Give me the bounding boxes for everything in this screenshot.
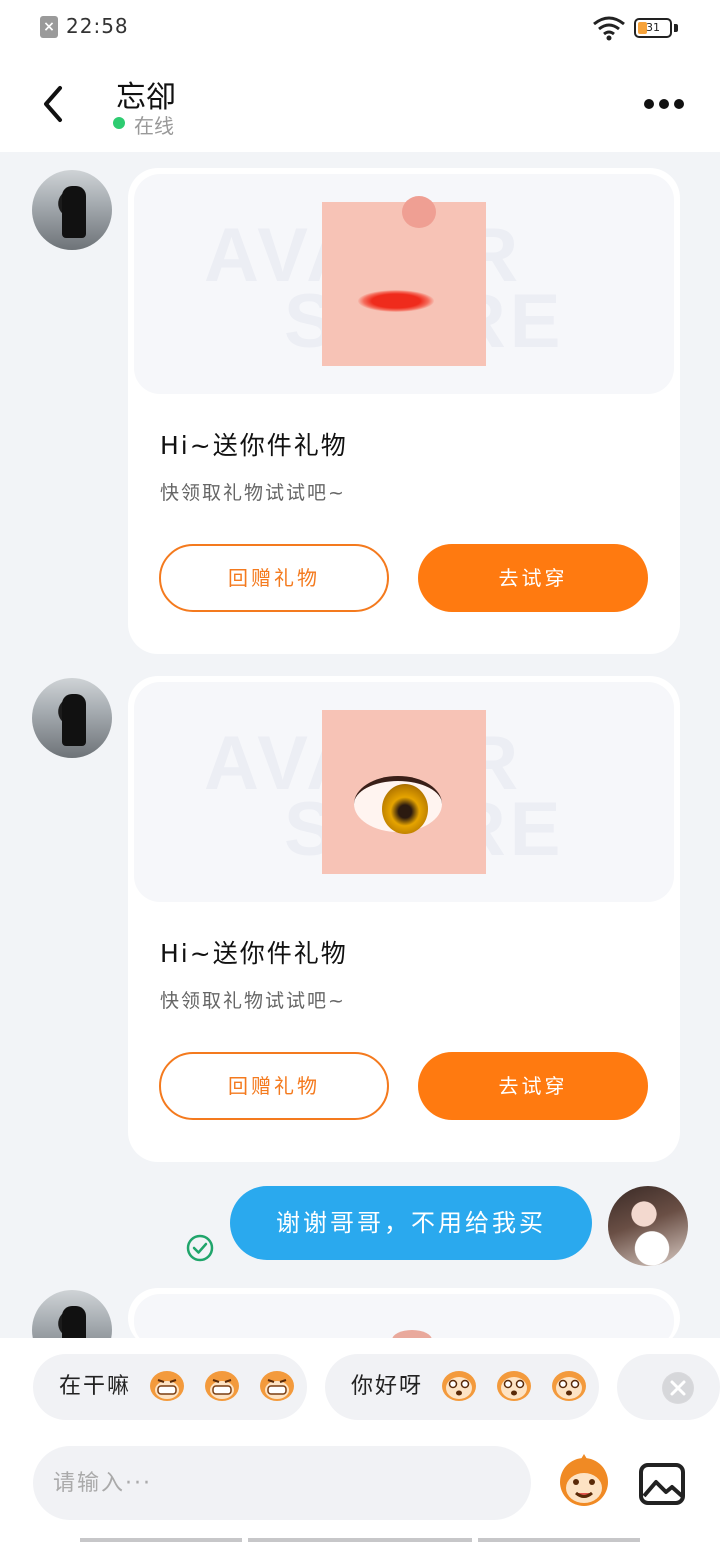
gift-card[interactable]: AVATAR STORE Hi~送你件礼物 快领取礼物试试吧~ 回赠礼物 去试穿 [128, 676, 680, 1162]
nav-indicator [478, 1538, 640, 1542]
check-circle-icon [186, 1234, 214, 1262]
quick-reply-chip[interactable]: 你好呀 [325, 1354, 599, 1420]
gift-title: Hi~送你件礼物 [160, 431, 348, 460]
message-input[interactable] [33, 1446, 531, 1520]
monkey-face-icon[interactable] [554, 1450, 614, 1510]
status-bar: × 22:58 31 [0, 0, 720, 56]
gift-subtitle: 快领取礼物试试吧~ [160, 990, 346, 1012]
grinning-monkey-emoji [205, 1371, 240, 1401]
return-gift-button[interactable]: 回赠礼物 [159, 1052, 389, 1120]
close-badge-icon: × [40, 16, 58, 38]
gift-title: Hi~送你件礼物 [160, 939, 348, 968]
chat-header: 忘卻 在线 [0, 56, 720, 152]
surprised-monkey-emoji [497, 1371, 532, 1401]
battery-tip [674, 24, 678, 32]
wifi-icon [593, 16, 625, 41]
quick-reply-chip[interactable]: 在干嘛 [33, 1354, 307, 1420]
grinning-monkey-emoji [150, 1371, 185, 1401]
online-status-label: 在线 [134, 114, 174, 138]
gift-lips-image [322, 196, 486, 366]
my-avatar[interactable] [608, 1186, 688, 1266]
sent-message-bubble[interactable]: 谢谢哥哥，不用给我买 [230, 1186, 592, 1260]
contact-avatar[interactable] [32, 678, 112, 758]
try-on-button[interactable]: 去试穿 [418, 544, 648, 612]
try-on-button[interactable]: 去试穿 [418, 1052, 648, 1120]
surprised-monkey-emoji [552, 1371, 587, 1401]
nav-indicator [80, 1538, 242, 1542]
back-arrow-icon[interactable] [34, 84, 74, 124]
gift-eye-image [322, 710, 486, 874]
quick-reply-text: 你好呀 [351, 1374, 424, 1399]
gift-card[interactable]: AVATAR STORE Hi~送你件礼物 快领取礼物试试吧~ 回赠礼物 去试穿 [128, 168, 680, 654]
contact-avatar[interactable] [32, 170, 112, 250]
gift-preview[interactable]: AVATAR STORE [134, 174, 674, 394]
quick-reply-text: 在干嘛 [59, 1374, 132, 1399]
surprised-monkey-emoji [442, 1371, 477, 1401]
image-icon[interactable] [638, 1462, 686, 1506]
battery-icon: 31 [634, 18, 672, 38]
gift-preview[interactable]: AVATAR STORE [134, 682, 674, 902]
online-status-dot [113, 117, 125, 129]
close-icon[interactable] [662, 1372, 694, 1404]
return-gift-button[interactable]: 回赠礼物 [159, 544, 389, 612]
more-options-icon[interactable] [640, 92, 688, 116]
nav-indicator [248, 1538, 472, 1542]
gift-subtitle: 快领取礼物试试吧~ [160, 482, 346, 504]
grinning-monkey-emoji [260, 1371, 295, 1401]
composer-panel: 在干嘛 你好呀 [0, 1338, 720, 1544]
status-time: 22:58 [66, 14, 129, 38]
battery-level: 31 [646, 21, 660, 34]
